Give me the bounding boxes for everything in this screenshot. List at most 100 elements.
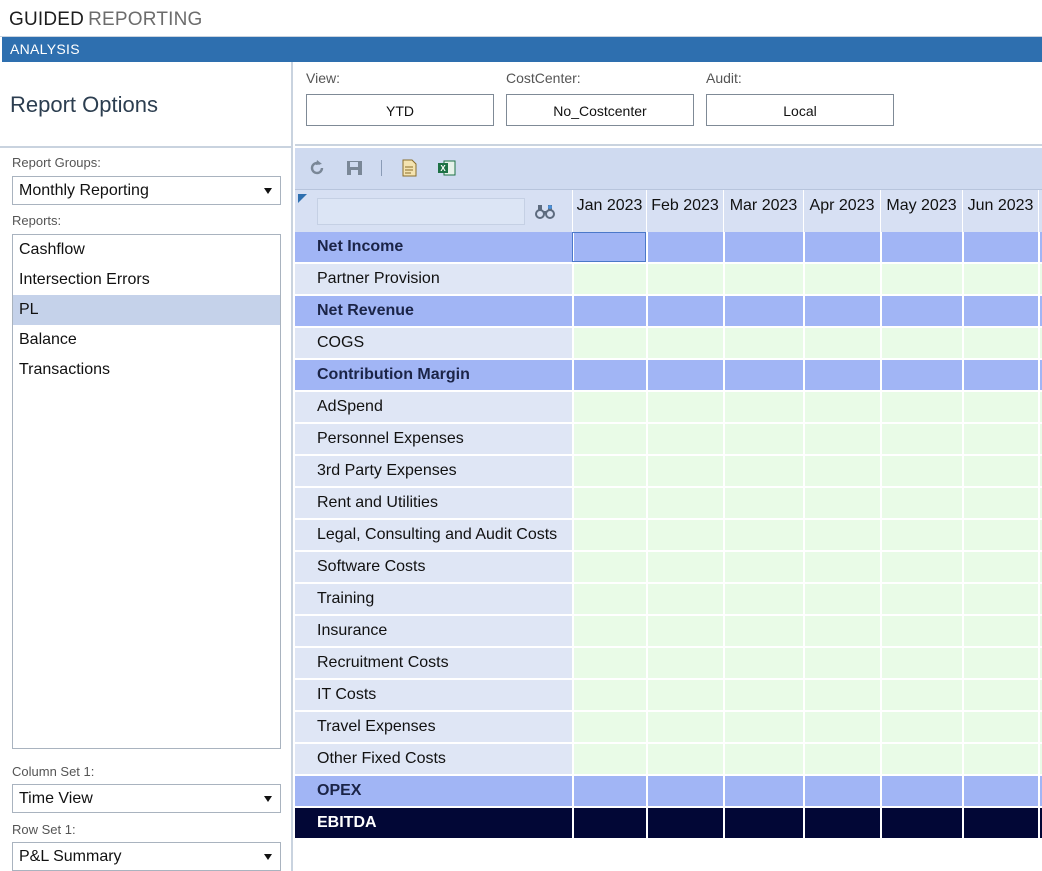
- grid-cell[interactable]: [880, 488, 962, 518]
- grid-cell[interactable]: [646, 488, 723, 518]
- row-set-select[interactable]: P&L Summary: [12, 842, 281, 871]
- grid-cell[interactable]: [962, 296, 1038, 326]
- save-icon[interactable]: [345, 158, 365, 178]
- grid-cell[interactable]: [723, 552, 803, 582]
- grid-cell[interactable]: [962, 648, 1038, 678]
- grid-cell[interactable]: [646, 520, 723, 550]
- report-item[interactable]: Transactions: [13, 355, 280, 385]
- grid-cell[interactable]: [646, 552, 723, 582]
- row-label[interactable]: Software Costs: [295, 552, 572, 582]
- grid-cell[interactable]: [723, 360, 803, 390]
- grid-cell[interactable]: [803, 616, 880, 646]
- grid-cell[interactable]: [646, 424, 723, 454]
- grid-cell[interactable]: [962, 456, 1038, 486]
- report-groups-select[interactable]: Monthly Reporting: [12, 176, 281, 205]
- grid-cell[interactable]: [880, 744, 962, 774]
- grid-cell[interactable]: [962, 776, 1038, 806]
- grid-cell[interactable]: [803, 360, 880, 390]
- grid-cell[interactable]: [880, 712, 962, 742]
- column-header[interactable]: Feb 2023: [646, 190, 723, 232]
- grid-cell[interactable]: [962, 360, 1038, 390]
- grid-cell[interactable]: [880, 680, 962, 710]
- grid-cell[interactable]: [646, 456, 723, 486]
- grid-cell[interactable]: [962, 808, 1038, 838]
- row-label[interactable]: Training: [295, 584, 572, 614]
- row-label[interactable]: Insurance: [295, 616, 572, 646]
- grid-cell[interactable]: [803, 520, 880, 550]
- grid-cell[interactable]: [880, 616, 962, 646]
- grid-cell[interactable]: [572, 456, 646, 486]
- grid-cell[interactable]: [880, 328, 962, 358]
- grid-cell[interactable]: [723, 616, 803, 646]
- column-header[interactable]: Apr 2023: [803, 190, 880, 232]
- grid-cell[interactable]: [723, 232, 803, 262]
- grid-cell[interactable]: [572, 584, 646, 614]
- grid-cell[interactable]: [572, 296, 646, 326]
- grid-cell[interactable]: [880, 552, 962, 582]
- grid-cell[interactable]: [572, 680, 646, 710]
- audit-selector[interactable]: Local: [706, 94, 894, 126]
- row-filter-input[interactable]: [317, 198, 525, 225]
- report-item[interactable]: PL: [13, 295, 280, 325]
- row-label[interactable]: Net Income: [295, 232, 572, 262]
- row-label[interactable]: AdSpend: [295, 392, 572, 422]
- grid-cell[interactable]: [962, 712, 1038, 742]
- grid-cell[interactable]: [962, 424, 1038, 454]
- grid-cell[interactable]: [803, 264, 880, 294]
- row-label[interactable]: Rent and Utilities: [295, 488, 572, 518]
- grid-cell[interactable]: [646, 328, 723, 358]
- row-label[interactable]: COGS: [295, 328, 572, 358]
- grid-cell[interactable]: [572, 232, 646, 262]
- row-label[interactable]: EBITDA: [295, 808, 572, 838]
- column-header[interactable]: May 2023: [880, 190, 962, 232]
- column-header[interactable]: Jan 2023: [572, 190, 646, 232]
- grid-cell[interactable]: [723, 584, 803, 614]
- grid-cell[interactable]: [646, 776, 723, 806]
- grid-cell[interactable]: [880, 392, 962, 422]
- grid-cell[interactable]: [962, 232, 1038, 262]
- grid-cell[interactable]: [962, 488, 1038, 518]
- grid-cell[interactable]: [803, 712, 880, 742]
- grid-cell[interactable]: [646, 680, 723, 710]
- grid-cell[interactable]: [962, 680, 1038, 710]
- grid-cell[interactable]: [962, 264, 1038, 294]
- grid-cell[interactable]: [572, 328, 646, 358]
- grid-cell[interactable]: [723, 808, 803, 838]
- report-item[interactable]: Balance: [13, 325, 280, 355]
- grid-cell[interactable]: [723, 520, 803, 550]
- grid-cell[interactable]: [723, 296, 803, 326]
- grid-cell[interactable]: [880, 648, 962, 678]
- grid-cell[interactable]: [803, 328, 880, 358]
- grid-cell[interactable]: [803, 488, 880, 518]
- grid-cell[interactable]: [803, 744, 880, 774]
- grid-cell[interactable]: [880, 232, 962, 262]
- row-label[interactable]: 3rd Party Expenses: [295, 456, 572, 486]
- grid-cell[interactable]: [723, 392, 803, 422]
- row-label[interactable]: Partner Provision: [295, 264, 572, 294]
- grid-cell[interactable]: [962, 520, 1038, 550]
- row-label[interactable]: Contribution Margin: [295, 360, 572, 390]
- grid-cell[interactable]: [880, 296, 962, 326]
- grid-cell[interactable]: [880, 424, 962, 454]
- grid-cell[interactable]: [723, 648, 803, 678]
- grid-cell[interactable]: [572, 392, 646, 422]
- grid-cell[interactable]: [646, 584, 723, 614]
- grid-cell[interactable]: [723, 264, 803, 294]
- grid-cell[interactable]: [803, 584, 880, 614]
- row-label[interactable]: Travel Expenses: [295, 712, 572, 742]
- grid-cell[interactable]: [962, 744, 1038, 774]
- grid-cell[interactable]: [723, 744, 803, 774]
- grid-cell[interactable]: [803, 392, 880, 422]
- grid-cell[interactable]: [880, 520, 962, 550]
- grid-cell[interactable]: [572, 264, 646, 294]
- grid-cell[interactable]: [572, 360, 646, 390]
- row-label[interactable]: Personnel Expenses: [295, 424, 572, 454]
- grid-cell[interactable]: [572, 744, 646, 774]
- grid-cell[interactable]: [572, 520, 646, 550]
- analysis-nav-bar[interactable]: ANALYSIS: [2, 37, 1042, 62]
- grid-cell[interactable]: [646, 808, 723, 838]
- grid-cell[interactable]: [880, 264, 962, 294]
- row-label[interactable]: Net Revenue: [295, 296, 572, 326]
- column-header[interactable]: Jun 2023: [962, 190, 1038, 232]
- grid-cell[interactable]: [962, 392, 1038, 422]
